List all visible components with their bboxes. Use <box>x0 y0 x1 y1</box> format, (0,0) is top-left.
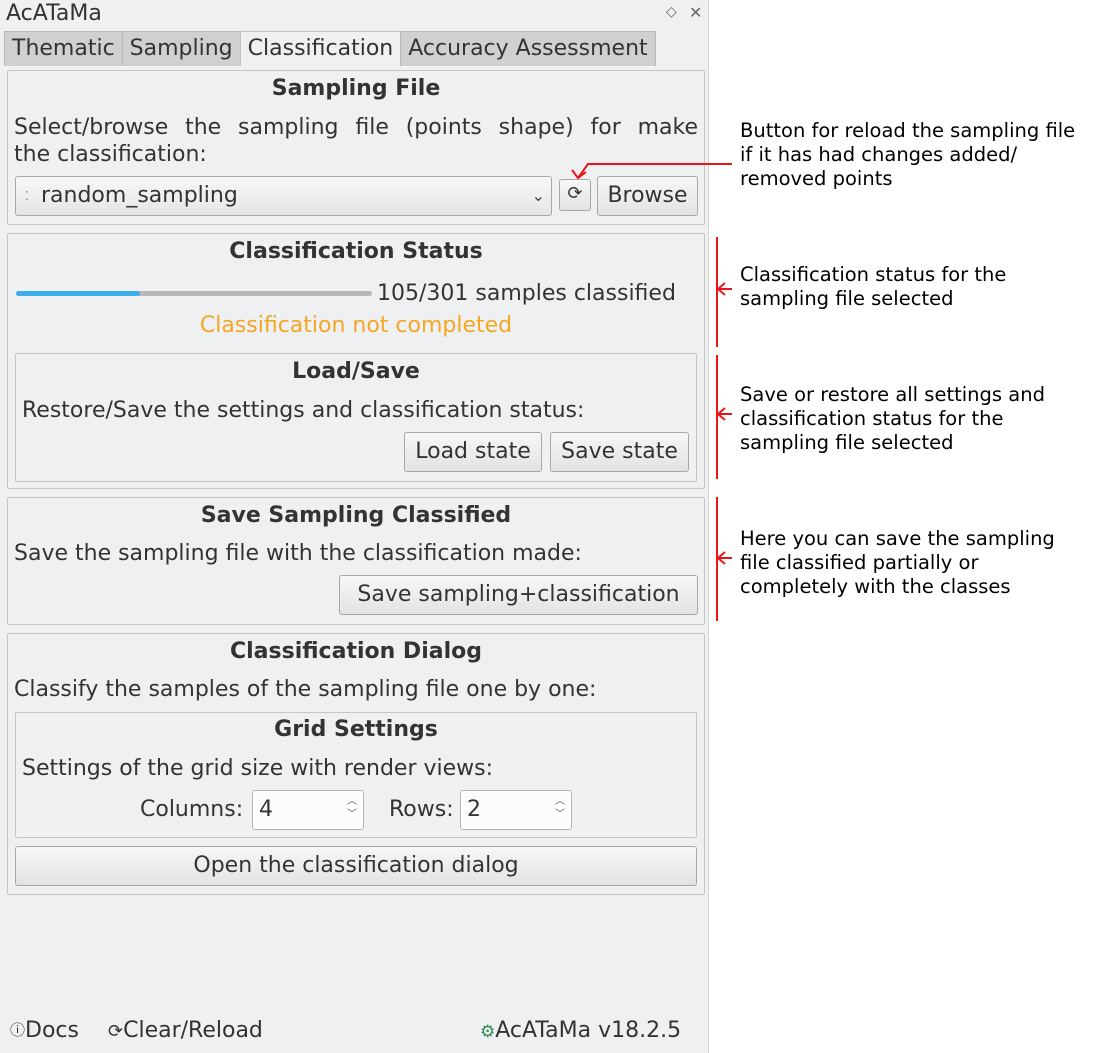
annotation-line: removed points <box>740 167 893 190</box>
annotation-line: Button for reload the sampling file <box>740 119 1076 142</box>
annotation-line: classification status for the <box>740 407 1004 430</box>
status-annotation-text: Classification status for the sampling f… <box>740 263 1006 311</box>
annotation-line: if it has had changes added/ <box>740 143 1018 166</box>
annotation-line: sampling file selected <box>740 431 954 454</box>
annotation-line: Here you can save the sampling <box>740 527 1055 550</box>
reload-annotation-text: Button for reload the sampling file if i… <box>740 119 1075 191</box>
saveclass-annotation-text: Here you can save the sampling file clas… <box>740 527 1055 599</box>
annotation-line: file classified partially or <box>740 551 979 574</box>
reload-annotation-arrow <box>577 163 732 179</box>
annotation-line: Classification status for the <box>740 263 1007 286</box>
annotation-line: sampling file selected <box>740 287 954 310</box>
annotation-line: Save or restore all settings and <box>740 383 1045 406</box>
loadsave-annotation-text: Save or restore all settings and classif… <box>740 383 1045 455</box>
annotation-line: completely with the classes <box>740 575 1011 598</box>
